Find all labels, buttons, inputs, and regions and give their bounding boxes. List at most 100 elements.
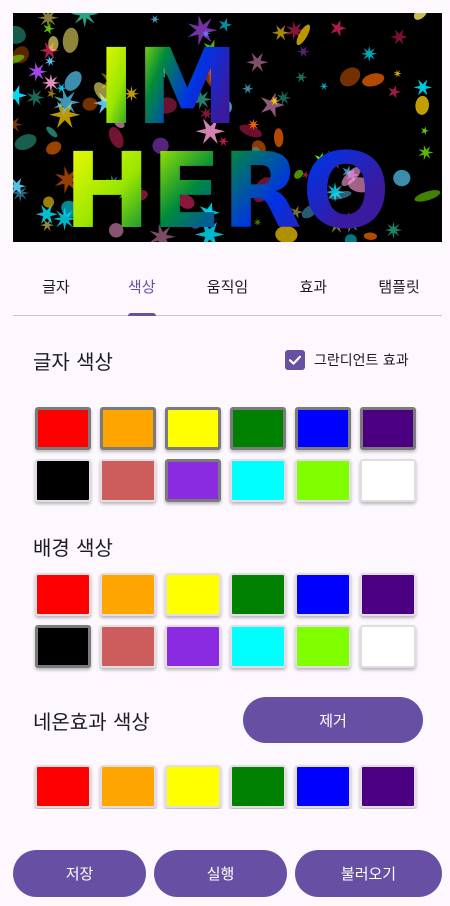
- tab-motion[interactable]: 움직임: [185, 264, 271, 315]
- butterfly-shape: [13, 46, 30, 64]
- butterfly-shape: [339, 67, 361, 87]
- color-swatch[interactable]: [230, 407, 286, 450]
- check-icon: [288, 355, 302, 365]
- color-swatch[interactable]: [165, 407, 221, 450]
- neon-color-title: 네온효과 색상: [33, 710, 150, 734]
- sparkle-shape: [13, 117, 23, 132]
- remove-neon-button[interactable]: 제거: [243, 697, 423, 743]
- color-swatch[interactable]: [165, 765, 221, 808]
- sparkle-shape: [241, 83, 254, 94]
- sparkle-shape: [246, 52, 269, 72]
- sparkle-shape: [319, 82, 329, 90]
- color-swatch[interactable]: [295, 625, 351, 668]
- color-swatch[interactable]: [230, 625, 286, 668]
- sparkle-shape: [388, 85, 402, 99]
- color-swatch[interactable]: [100, 765, 156, 808]
- sparkle-shape: [330, 19, 347, 37]
- run-button[interactable]: 실행: [154, 850, 287, 897]
- color-swatch[interactable]: [35, 573, 91, 616]
- neon-color-palette: [35, 765, 419, 809]
- gradient-checkbox[interactable]: [285, 350, 305, 370]
- sparkle-shape: [37, 13, 59, 29]
- color-swatch[interactable]: [100, 573, 156, 616]
- tab-bar: 글자 색상 움직임 효과 탬플릿: [13, 264, 442, 316]
- tab-label: 색상: [127, 278, 156, 296]
- color-swatch[interactable]: [230, 459, 286, 502]
- sparkle-shape: [13, 84, 27, 106]
- tab-indicator: [127, 313, 156, 316]
- color-swatch[interactable]: [360, 573, 416, 616]
- tab-label: 글자: [42, 278, 70, 296]
- tab-label: 움직임: [206, 278, 249, 296]
- background-color-title: 배경 색상: [33, 536, 113, 560]
- sparkle-shape: [271, 25, 290, 41]
- preview-line-2: HERO: [64, 130, 391, 242]
- color-swatch[interactable]: [100, 459, 156, 502]
- sparkle-shape: [390, 29, 409, 45]
- butterfly-shape: [62, 27, 79, 53]
- color-swatch[interactable]: [295, 765, 351, 808]
- led-preview: IM HERO: [13, 13, 442, 242]
- butterfly-shape: [415, 95, 430, 115]
- color-swatch[interactable]: [295, 407, 351, 450]
- color-swatch[interactable]: [100, 407, 156, 450]
- run-label: 실행: [206, 865, 235, 883]
- sparkle-shape: [150, 15, 160, 24]
- sparkle-shape: [44, 55, 56, 67]
- color-swatch[interactable]: [100, 625, 156, 668]
- remove-neon-label: 제거: [319, 711, 347, 730]
- butterfly-shape: [393, 169, 411, 187]
- sparkle-shape: [41, 73, 61, 93]
- color-swatch[interactable]: [165, 573, 221, 616]
- sparkle-shape: [43, 22, 55, 35]
- tab-label: 효과: [299, 278, 328, 296]
- preview-canvas: IM HERO: [13, 13, 441, 242]
- color-swatch[interactable]: [360, 625, 416, 668]
- butterfly-shape: [14, 134, 37, 151]
- butterfly-shape: [13, 25, 26, 44]
- butterfly-shape: [414, 190, 441, 202]
- color-swatch[interactable]: [35, 765, 91, 808]
- color-swatch[interactable]: [165, 625, 221, 668]
- load-button[interactable]: 불러오기: [295, 850, 442, 897]
- color-swatch[interactable]: [35, 625, 91, 668]
- sparkle-shape: [28, 62, 48, 82]
- load-label: 불러오기: [340, 865, 397, 883]
- sparkle-shape: [35, 204, 58, 224]
- neon-color-scroll-area: [33, 762, 423, 809]
- gradient-toggle[interactable]: 그란디언트 효과: [285, 350, 409, 370]
- sparkle-shape: [297, 46, 310, 58]
- color-swatch[interactable]: [165, 459, 221, 502]
- background-color-palette: [35, 573, 419, 668]
- color-swatch[interactable]: [35, 407, 91, 450]
- color-swatch[interactable]: [35, 459, 91, 502]
- butterfly-shape: [64, 71, 82, 91]
- color-swatch[interactable]: [295, 573, 351, 616]
- butterfly-shape: [46, 126, 58, 138]
- color-swatch[interactable]: [295, 459, 351, 502]
- tab-color[interactable]: 색상: [99, 264, 185, 316]
- tab-text[interactable]: 글자: [13, 264, 99, 315]
- text-color-title: 글자 색상: [33, 350, 113, 374]
- gradient-label: 그란디언트 효과: [314, 353, 409, 369]
- sparkle-shape: [361, 45, 378, 62]
- color-swatch[interactable]: [360, 407, 416, 450]
- butterfly-shape: [46, 141, 62, 155]
- sparkle-shape: [413, 79, 432, 96]
- save-button[interactable]: 저장: [13, 850, 146, 897]
- sparkle-shape: [295, 72, 308, 83]
- text-color-palette: [35, 407, 419, 502]
- color-swatch[interactable]: [230, 573, 286, 616]
- butterfly-shape: [362, 73, 385, 87]
- tab-template[interactable]: 탬플릿: [356, 264, 442, 315]
- tab-effect[interactable]: 효과: [270, 264, 356, 315]
- color-swatch[interactable]: [360, 459, 416, 502]
- sparkle-shape: [418, 144, 434, 161]
- color-swatch[interactable]: [230, 765, 286, 808]
- butterfly-shape: [82, 97, 98, 111]
- sparkle-shape: [26, 88, 45, 107]
- app-screen: IM HERO 글자 색상 움직임 효과 탬플릿 글자 색상 그란디언트 효과 …: [0, 0, 450, 906]
- sparkle-shape: [276, 90, 292, 106]
- sparkle-shape: [70, 13, 99, 28]
- color-swatch[interactable]: [360, 765, 416, 808]
